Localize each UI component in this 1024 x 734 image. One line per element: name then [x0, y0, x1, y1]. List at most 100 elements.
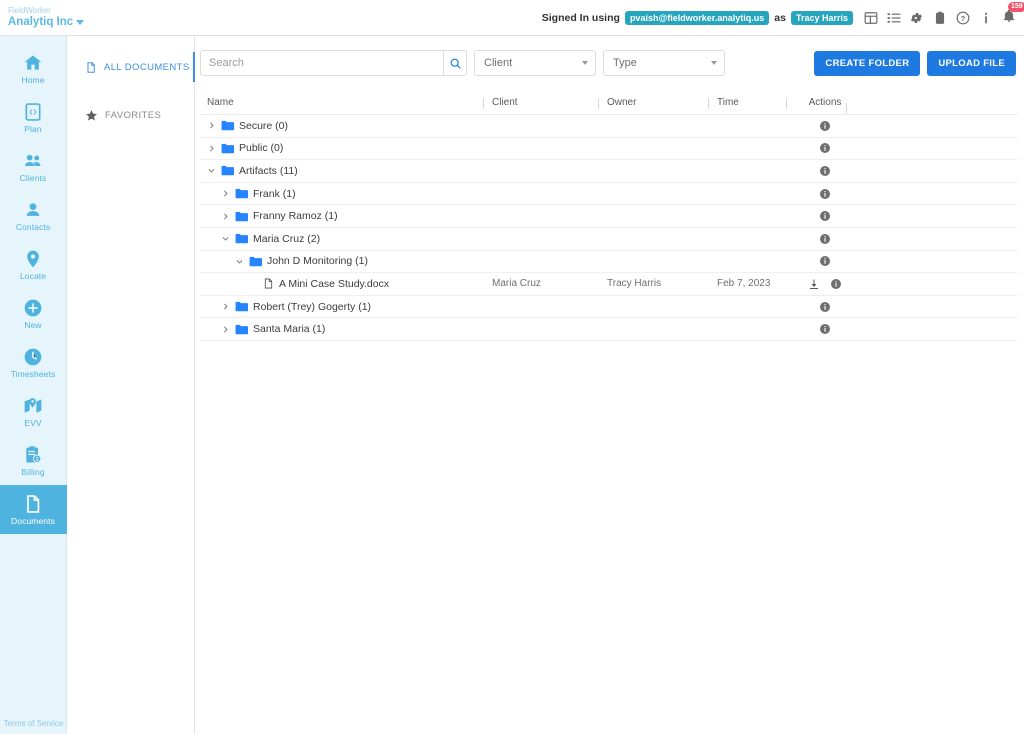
star-icon: [86, 109, 97, 120]
chevron-right-icon[interactable]: [207, 144, 216, 153]
sidebar-item-contacts[interactable]: Contacts: [0, 191, 67, 240]
chevron-right-icon[interactable]: [221, 325, 230, 334]
grid-icon[interactable]: [864, 11, 878, 25]
search-button[interactable]: [443, 50, 467, 76]
brand-product-name: FieldWorker: [8, 6, 51, 16]
chevron-down-icon[interactable]: [207, 166, 216, 175]
info-icon[interactable]: [819, 188, 831, 200]
row-client-cell: Maria Cruz: [492, 278, 541, 290]
chevron-right-icon[interactable]: [221, 212, 230, 221]
info-icon[interactable]: [819, 301, 831, 313]
chevron-right-icon[interactable]: [207, 121, 216, 130]
chevron-right-icon[interactable]: [221, 302, 230, 311]
organization-name: Analytiq Inc: [8, 15, 74, 28]
table-row[interactable]: A Mini Case Study.docx Maria Cruz Tracy Ha…: [200, 273, 1018, 296]
sidebar-item-timesheets[interactable]: Timesheets: [0, 338, 67, 387]
table-row[interactable]: Maria Cruz (2): [200, 228, 1018, 251]
row-time-cell: Feb 7, 2023: [717, 278, 771, 290]
row-name-cell: Public (0): [200, 142, 492, 154]
sidebar-item-home[interactable]: Home: [0, 44, 67, 93]
sidebar-item-locate[interactable]: Locate: [0, 240, 67, 289]
panel-label-all-documents: ALL DOCUMENTS: [104, 61, 190, 73]
sidebar-item-billing[interactable]: $ Billing: [0, 436, 67, 485]
app-root: FieldWorker Analytiq Inc Signed In using…: [0, 0, 1024, 734]
folder-icon: [221, 166, 234, 176]
upload-file-button[interactable]: UPLOAD FILE: [927, 50, 1016, 76]
create-folder-button[interactable]: CREATE FOLDER: [814, 50, 921, 76]
sidebar-item-new[interactable]: New: [0, 289, 67, 338]
organization-switcher[interactable]: Analytiq Inc: [8, 15, 85, 28]
info-icon[interactable]: [819, 142, 831, 154]
info-icon[interactable]: [819, 120, 831, 132]
column-header-name[interactable]: Name: [200, 97, 492, 108]
row-name-cell: Franny Ramoz (1): [200, 210, 492, 222]
info-icon[interactable]: [819, 255, 831, 267]
table-row[interactable]: Robert (Trey) Gogerty (1): [200, 296, 1018, 319]
panel-item-favorites[interactable]: FAVORITES: [67, 98, 194, 132]
svg-text:?: ?: [961, 13, 966, 22]
chevron-down-icon: [711, 61, 717, 65]
info-icon[interactable]: [819, 233, 831, 245]
row-actions-cell: [795, 142, 855, 154]
column-header-time[interactable]: Time: [708, 97, 795, 109]
table-row[interactable]: Santa Maria (1): [200, 318, 1018, 341]
sidebar-item-plan[interactable]: Plan: [0, 93, 67, 142]
sidebar-item-evv[interactable]: EVV: [0, 387, 67, 436]
row-name-cell: A Mini Case Study.docx: [200, 277, 492, 290]
row-name-label: Artifacts (11): [239, 164, 298, 177]
panel-item-all-documents[interactable]: ALL DOCUMENTS: [67, 50, 195, 84]
chevron-down-icon[interactable]: [235, 257, 244, 266]
sidebar-item-clients[interactable]: Clients: [0, 142, 67, 191]
row-name-cell: Artifacts (11): [200, 165, 492, 177]
table-row[interactable]: Secure (0): [200, 115, 1018, 138]
documents-table: Name Client Owner Time Actions Secure (0…: [200, 90, 1018, 341]
folder-icon: [221, 143, 234, 154]
table-row[interactable]: Public (0): [200, 138, 1018, 161]
sidebar-item-documents[interactable]: Documents: [0, 485, 67, 534]
column-header-client[interactable]: Client: [483, 97, 607, 109]
top-bar: FieldWorker Analytiq Inc Signed In using…: [0, 0, 1024, 36]
help-icon[interactable]: ?: [956, 11, 970, 25]
folder-icon: [235, 324, 248, 334]
table-row[interactable]: Artifacts (11): [200, 160, 1018, 183]
info-icon[interactable]: [819, 323, 831, 335]
gear-icon[interactable]: [910, 11, 924, 25]
search-input[interactable]: [200, 50, 443, 76]
info-icon[interactable]: [830, 278, 842, 290]
notifications-button[interactable]: 159: [1002, 2, 1024, 26]
brand-block[interactable]: FieldWorker Analytiq Inc: [0, 6, 85, 28]
contacts-icon: [26, 202, 40, 216]
row-actions-cell: [795, 301, 855, 313]
info-icon[interactable]: [819, 165, 831, 177]
column-header-owner[interactable]: Owner: [598, 97, 717, 109]
table-header-row: Name Client Owner Time Actions: [200, 90, 1018, 115]
clock-icon: [24, 348, 42, 365]
table-row[interactable]: Franny Ramoz (1): [200, 205, 1018, 228]
document-icon: [87, 61, 95, 73]
user-name-badge: Tracy Harris: [790, 10, 853, 25]
terms-of-service-link[interactable]: Terms of Service: [0, 719, 67, 728]
sidebar-label-plan: Plan: [24, 123, 42, 134]
chevron-down-icon[interactable]: [221, 234, 230, 243]
row-name-label: Santa Maria (1): [253, 323, 326, 336]
download-icon[interactable]: [808, 278, 820, 290]
row-actions-cell: [795, 120, 855, 132]
chevron-right-icon[interactable]: [221, 189, 230, 198]
table-body: Secure (0) Public (0) Artifacts (11) Frank …: [200, 115, 1018, 341]
signed-in-label: Signed In using: [541, 11, 620, 24]
notification-count-badge: 159: [1008, 2, 1024, 12]
chevron-down-icon: [582, 61, 588, 65]
table-row[interactable]: Frank (1): [200, 183, 1018, 206]
row-name-label: Frank (1): [253, 187, 296, 200]
row-actions-cell: [795, 323, 855, 335]
table-row[interactable]: John D Monitoring (1): [200, 251, 1018, 274]
row-actions-cell: [795, 278, 855, 290]
client-filter-select[interactable]: Client: [474, 50, 596, 76]
list-icon[interactable]: [887, 11, 901, 25]
type-filter-select[interactable]: Type: [603, 50, 725, 76]
billing-icon: $: [26, 445, 42, 463]
clipboard-icon[interactable]: [933, 11, 947, 25]
info-icon[interactable]: [979, 11, 993, 25]
chevron-down-icon: [76, 20, 85, 26]
info-icon[interactable]: [819, 210, 831, 222]
